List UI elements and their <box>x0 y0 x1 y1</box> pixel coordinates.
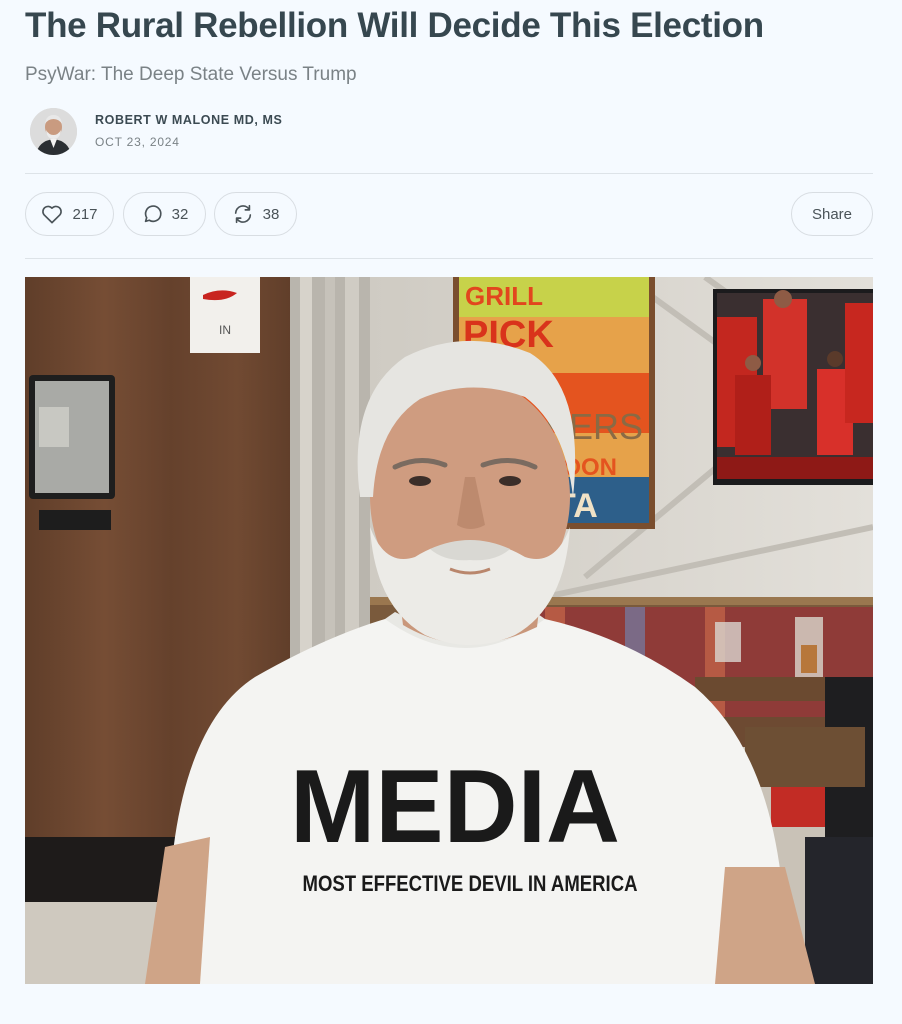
post-image[interactable]: IN GRILL PICK OT PERS ROON TA <box>25 277 873 984</box>
post-subtitle[interactable]: PsyWar: The Deep State Versus Trump <box>25 64 357 86</box>
divider <box>25 258 873 259</box>
divider <box>25 173 873 174</box>
heart-icon <box>42 205 63 224</box>
restack-count: 38 <box>262 205 280 223</box>
comment-bubble-icon <box>144 205 162 223</box>
author-avatar[interactable] <box>30 107 77 155</box>
like-button[interactable]: 217 <box>25 192 114 236</box>
shirt-main-text: MEDIA <box>290 749 620 865</box>
shirt-sub-text: MOST EFFECTIVE DEVIL IN AMERICA <box>303 871 638 896</box>
post-date: OCT 23, 2024 <box>95 135 180 149</box>
comment-count: 32 <box>171 205 189 223</box>
poster-word-1: GRILL <box>465 281 543 311</box>
post-title: The Rural Rebellion Will Decide This Ele… <box>25 6 764 45</box>
sign-text: IN <box>219 323 231 337</box>
restack-icon <box>234 204 251 224</box>
comment-button[interactable]: 32 <box>123 192 206 236</box>
share-button[interactable]: Share <box>791 192 873 236</box>
post-actions: 217 32 38 Share <box>25 192 873 238</box>
like-count: 217 <box>72 205 98 223</box>
restack-button[interactable]: 38 <box>214 192 297 236</box>
author-name[interactable]: ROBERT W MALONE MD, MS <box>95 113 283 127</box>
byline: ROBERT W MALONE MD, MS OCT 23, 2024 <box>30 107 283 155</box>
